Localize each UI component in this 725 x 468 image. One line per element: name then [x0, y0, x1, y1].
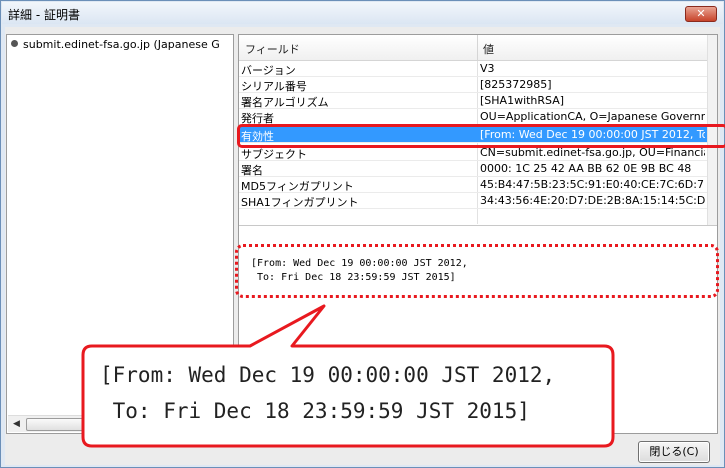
close-button[interactable]: 閉じる(C): [638, 441, 710, 463]
callout-zoom-text: [From: Wed Dec 19 00:00:00 JST 2012, To:…: [100, 363, 556, 423]
